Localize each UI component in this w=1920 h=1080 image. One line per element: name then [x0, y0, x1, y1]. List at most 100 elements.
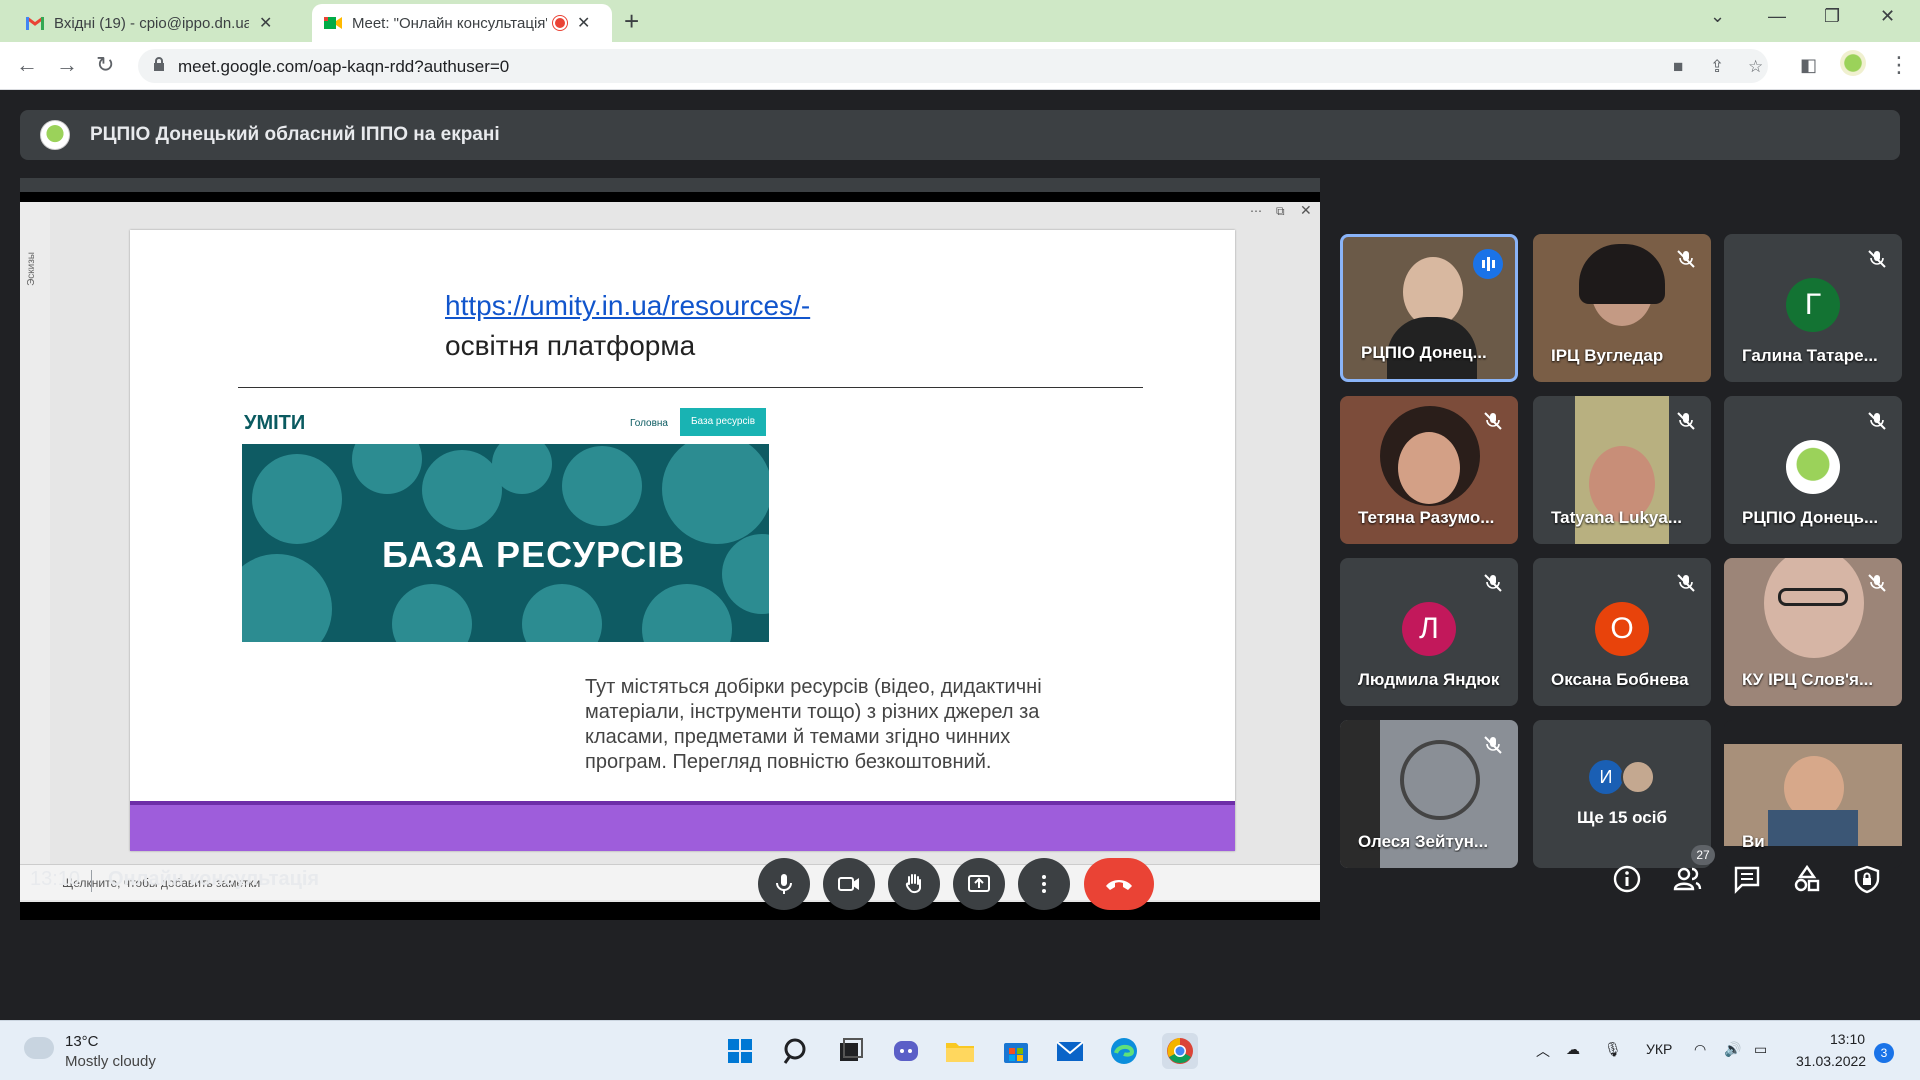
thumbnails-panel[interactable]: Эскизы — [20, 202, 50, 864]
bookmark-star-icon[interactable]: ☆ — [1748, 57, 1763, 77]
website-screenshot: УМІТИ Головна База ресурсів БАЗА РЕСУРСІ… — [240, 402, 770, 652]
more-options-button[interactable] — [1018, 858, 1070, 910]
meeting-details-button[interactable] — [1612, 864, 1648, 900]
camera-icon[interactable]: ■ — [1673, 57, 1683, 77]
language-indicator[interactable]: УКР — [1646, 1041, 1672, 1057]
thumbnails-label: Эскизы — [26, 252, 37, 286]
share-icon[interactable]: ⇪ — [1710, 57, 1724, 77]
weather-temperature[interactable]: 13°C — [65, 1033, 99, 1050]
participant-name: РЦПІО Донець... — [1742, 508, 1879, 527]
mail-icon[interactable] — [1052, 1033, 1088, 1069]
participant-tile[interactable]: Tatyana Lukya... — [1533, 396, 1711, 544]
raise-hand-button[interactable] — [888, 858, 940, 910]
start-icon[interactable] — [722, 1033, 758, 1069]
show-hidden-icons[interactable]: ︿ — [1536, 1041, 1550, 1061]
participant-tile[interactable]: РЦПІО Донец... — [1340, 234, 1518, 382]
camera-button[interactable] — [823, 858, 875, 910]
slide-link[interactable]: https://umity.in.ua/resources/- — [445, 290, 810, 322]
participant-name: Олеся Зейтун... — [1358, 832, 1489, 851]
wifi-icon[interactable]: ◠ — [1694, 1041, 1706, 1058]
clock-date[interactable]: 31.03.2022 — [1796, 1053, 1866, 1069]
meeting-clock: 13:10 — [30, 868, 81, 890]
site-brand: УМІТИ — [244, 412, 306, 434]
participant-name: Tatyana Lukya... — [1551, 508, 1683, 527]
people-icon — [1673, 867, 1702, 891]
host-controls-button[interactable] — [1852, 864, 1888, 900]
presenter-logo — [40, 120, 70, 150]
chat-button[interactable] — [1732, 864, 1768, 900]
more-participants-tile[interactable]: И Ще 15 осіб — [1533, 720, 1711, 868]
self-view-tile[interactable]: Ви — [1724, 720, 1902, 868]
avatar-photo — [1621, 760, 1655, 794]
gmail-icon — [26, 16, 44, 30]
onedrive-icon[interactable]: ☁ — [1566, 1041, 1580, 1058]
mic-off-icon — [1868, 574, 1886, 592]
task-view-icon[interactable] — [832, 1033, 868, 1069]
participant-tile[interactable]: О Оксана Бобнева — [1533, 558, 1711, 706]
participant-name: Тетяна Разумо... — [1358, 508, 1495, 527]
notification-badge[interactable]: 3 — [1874, 1043, 1894, 1063]
omnibox[interactable]: meet.google.com/oap-kaqn-rdd?authuser=0 … — [138, 49, 1768, 83]
tab-gmail[interactable]: Вхідні (19) - cpio@ippo.dn.ua - Gmail ✕ — [14, 4, 284, 42]
mic-off-icon — [1677, 412, 1695, 430]
activities-button[interactable] — [1792, 864, 1828, 900]
participant-tile[interactable]: РЦПІО Донець... — [1724, 396, 1902, 544]
volume-icon[interactable]: 🔊 — [1724, 1041, 1741, 1058]
present-screen-icon — [968, 875, 990, 892]
people-button[interactable] — [1672, 864, 1708, 900]
chat-icon — [1734, 866, 1760, 894]
microphone-icon — [776, 874, 792, 894]
tab-title: Вхідні (19) - cpio@ippo.dn.ua - Gmail — [54, 14, 249, 32]
address-bar: ← → ↻ meet.google.com/oap-kaqn-rdd?authu… — [0, 42, 1920, 90]
window-more-icon[interactable]: ⋯ — [1250, 204, 1262, 218]
participant-tile[interactable]: КУ ІРЦ Слов'я... — [1724, 558, 1902, 706]
participant-name: Галина Татаре... — [1742, 346, 1878, 365]
menu-icon[interactable]: ⋮ — [1888, 52, 1910, 78]
file-explorer-icon[interactable] — [942, 1033, 978, 1069]
profile-avatar[interactable] — [1840, 50, 1866, 76]
present-button[interactable] — [953, 858, 1005, 910]
edge-browser-icon[interactable] — [1106, 1033, 1142, 1069]
logo-avatar — [1786, 440, 1840, 494]
mic-off-icon — [1484, 412, 1502, 430]
screen-top-strip — [20, 178, 1320, 192]
minimize-icon[interactable]: — — [1768, 6, 1786, 27]
participant-name: ІРЦ Вугледар — [1551, 346, 1664, 365]
teams-chat-icon[interactable] — [888, 1033, 924, 1069]
clock-time[interactable]: 13:10 — [1830, 1031, 1865, 1047]
camera-icon — [838, 877, 859, 891]
window-close-icon[interactable]: ✕ — [1300, 202, 1312, 219]
reload-icon[interactable]: ↻ — [96, 52, 114, 78]
close-window-icon[interactable]: ✕ — [1880, 6, 1895, 27]
battery-icon[interactable]: ▭ — [1754, 1041, 1767, 1058]
forward-icon[interactable]: → — [56, 52, 78, 78]
participant-tile[interactable]: Олеся Зейтун... — [1340, 720, 1518, 868]
microsoft-store-icon[interactable] — [998, 1033, 1034, 1069]
side-panel-icon[interactable]: ◧ — [1800, 55, 1817, 76]
close-tab-icon[interactable]: ✕ — [577, 13, 590, 33]
tab-meet[interactable]: Meet: "Онлайн консультація" ✕ — [312, 4, 612, 42]
microphone-button[interactable] — [758, 858, 810, 910]
participant-name: Ви — [1742, 832, 1765, 851]
search-icon[interactable] — [778, 1033, 814, 1069]
maximize-icon[interactable]: ❐ — [1824, 6, 1840, 27]
info-icon — [1613, 865, 1641, 893]
slide: https://umity.in.ua/resources/- освітня … — [130, 230, 1235, 851]
new-tab-button[interactable]: + — [624, 6, 639, 37]
tab-search-icon[interactable]: ⌄ — [1710, 6, 1725, 27]
close-tab-icon[interactable]: ✕ — [259, 13, 272, 33]
meeting-title: Онлайн консультація — [108, 868, 320, 890]
participant-tile[interactable]: Л Людмила Яндюк — [1340, 558, 1518, 706]
back-icon[interactable]: ← — [16, 52, 38, 78]
hand-icon — [905, 874, 921, 894]
participant-tile[interactable]: Г Галина Татаре... — [1724, 234, 1902, 382]
weather-description[interactable]: Mostly cloudy — [65, 1053, 156, 1070]
weather-icon[interactable] — [24, 1037, 54, 1059]
participant-name: КУ ІРЦ Слов'я... — [1742, 670, 1874, 689]
leave-call-button[interactable] — [1084, 858, 1154, 910]
participant-tile[interactable]: ІРЦ Вугледар — [1533, 234, 1711, 382]
window-restore-icon[interactable]: ⧉ — [1276, 204, 1285, 219]
chrome-browser-icon[interactable] — [1162, 1033, 1198, 1069]
microphone-tray-icon[interactable]: 🎙 — [1604, 1041, 1622, 1058]
participant-tile[interactable]: Тетяна Разумо... — [1340, 396, 1518, 544]
